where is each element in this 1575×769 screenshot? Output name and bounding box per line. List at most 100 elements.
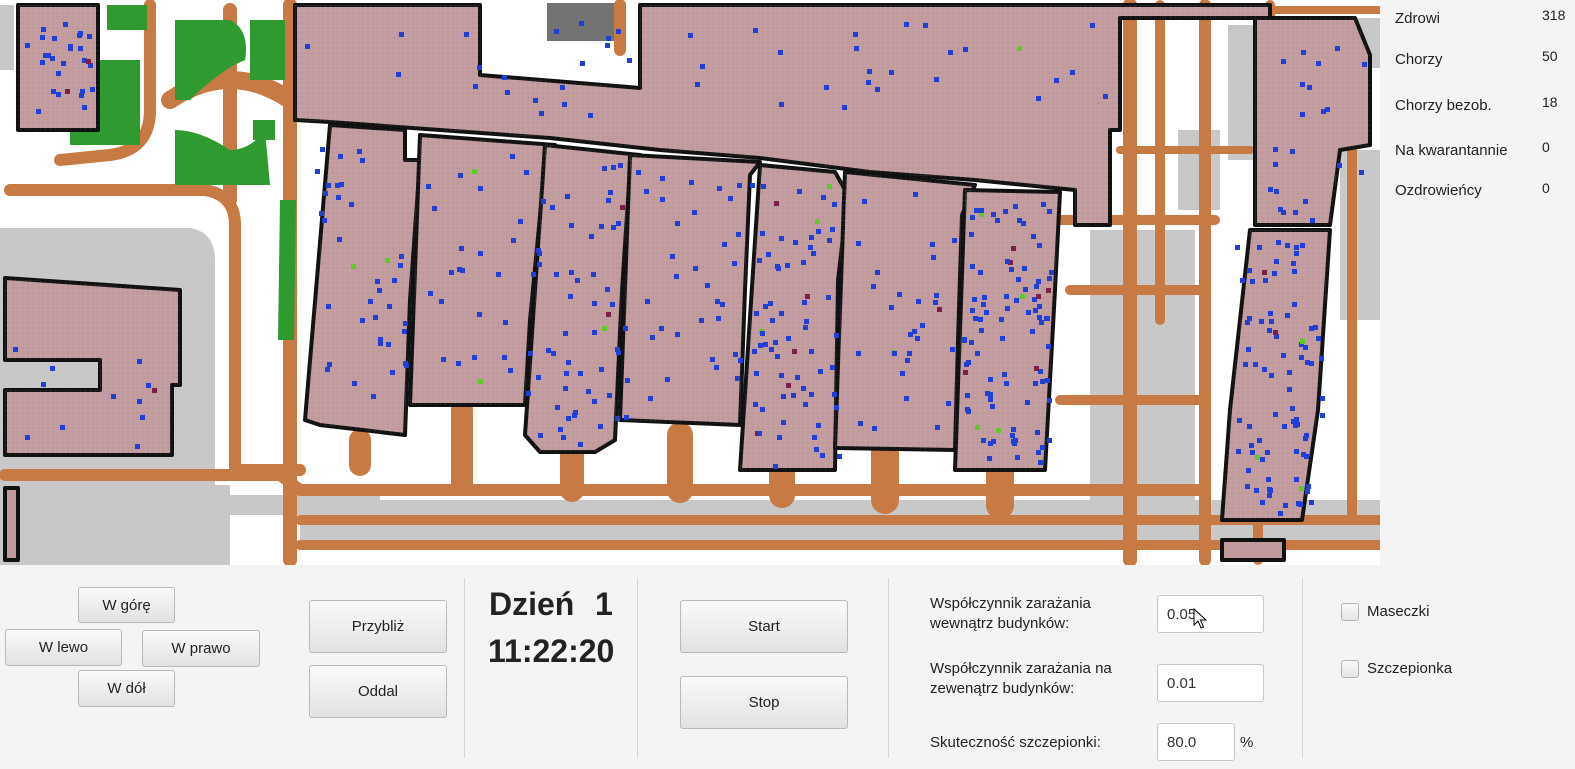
- agent-dot: [1285, 243, 1290, 248]
- agent-dot: [809, 392, 814, 397]
- agent-dot: [510, 154, 515, 159]
- agent-dot: [1292, 302, 1297, 307]
- agent-dot: [867, 69, 872, 74]
- agent-dot: [1036, 450, 1041, 455]
- agent-dot: [477, 312, 482, 317]
- agent-dot: [781, 394, 786, 399]
- agent-dot: [779, 373, 784, 378]
- agent-dot: [791, 393, 796, 398]
- agent-dot: [809, 235, 814, 240]
- agent-dot: [326, 304, 331, 309]
- agent-dot: [599, 367, 604, 372]
- agent-dot: [970, 215, 975, 220]
- move-down-button[interactable]: W dół: [78, 670, 175, 707]
- zoom-out-button[interactable]: Oddal: [309, 665, 447, 718]
- agent-dot: [1265, 450, 1270, 455]
- agent-dot: [137, 399, 142, 404]
- agent-dot: [814, 447, 819, 452]
- agent-dot: [754, 371, 759, 376]
- agent-dot: [1045, 316, 1050, 321]
- agent-dot: [950, 347, 955, 352]
- agent-dot: [705, 283, 710, 288]
- agent-dot: [1294, 477, 1299, 482]
- agent-dot: [974, 208, 979, 213]
- agent-dot: [1320, 396, 1325, 401]
- agent-dot: [152, 388, 157, 393]
- agent-dot: [645, 299, 650, 304]
- agent-dot: [472, 169, 477, 174]
- agent-dot: [478, 186, 483, 191]
- agent-dot: [688, 33, 693, 38]
- agent-dot: [808, 245, 813, 250]
- agent-dot: [1037, 243, 1042, 248]
- masks-checkbox[interactable]: [1341, 603, 1359, 621]
- agent-dot: [336, 195, 341, 200]
- vaccine-efficacy-input[interactable]: 80.0: [1157, 723, 1235, 761]
- agent-dot: [459, 246, 464, 251]
- move-left-button[interactable]: W lewo: [5, 629, 122, 666]
- agent-dot: [805, 294, 810, 299]
- agent-dot: [818, 369, 823, 374]
- start-button[interactable]: Start: [680, 600, 848, 653]
- vaccine-checkbox[interactable]: [1341, 660, 1359, 678]
- agent-dot: [965, 393, 970, 398]
- agent-dot: [40, 35, 45, 40]
- move-up-button[interactable]: W górę: [78, 587, 175, 623]
- agent-dot: [1047, 276, 1052, 281]
- simulation-map[interactable]: [0, 0, 1380, 565]
- agent-dot: [1273, 330, 1278, 335]
- agent-dot: [360, 158, 365, 163]
- agent-dot: [773, 464, 778, 469]
- indoor-infection-input[interactable]: 0.05: [1157, 595, 1264, 633]
- agent-dot: [616, 221, 621, 226]
- agent-dot: [473, 84, 478, 89]
- agent-dot: [934, 77, 939, 82]
- agent-dot: [913, 192, 918, 197]
- agent-dot: [1263, 278, 1268, 283]
- stat-asymptomatic-value: 18: [1542, 94, 1558, 110]
- agent-dot: [627, 58, 632, 63]
- move-right-button[interactable]: W prawo: [142, 630, 260, 667]
- agent-dot: [801, 260, 806, 265]
- agent-dot: [923, 23, 928, 28]
- agent-dot: [1011, 427, 1016, 432]
- agent-dot: [1249, 443, 1254, 448]
- agent-dot: [1300, 82, 1305, 87]
- agent-dot: [689, 180, 694, 185]
- agent-dot: [1036, 294, 1041, 299]
- agent-dot: [464, 32, 469, 37]
- agent-dot: [56, 71, 61, 76]
- agent-dot: [991, 212, 996, 217]
- stat-sick-value: 50: [1542, 48, 1558, 64]
- agent-dot: [1031, 234, 1036, 239]
- agent-dot: [458, 173, 463, 178]
- indoor-infection-label-line1: Współczynnik zarażania: [930, 595, 1091, 612]
- agent-dot: [315, 169, 320, 174]
- outdoor-infection-input[interactable]: 0.01: [1157, 664, 1264, 702]
- agent-dot: [1307, 85, 1312, 90]
- agent-dot: [1017, 46, 1022, 51]
- agent-dot: [735, 376, 740, 381]
- agent-dot: [518, 219, 523, 224]
- agent-dot: [539, 111, 544, 116]
- agent-dot: [1257, 245, 1262, 250]
- agent-dot: [140, 415, 145, 420]
- stop-button[interactable]: Stop: [680, 676, 848, 729]
- zoom-in-button[interactable]: Przybliż: [309, 600, 447, 653]
- agent-dot: [1004, 381, 1009, 386]
- agent-dot: [1287, 387, 1292, 392]
- agent-dot: [449, 270, 454, 275]
- agent-dot: [371, 394, 376, 399]
- agent-dot: [908, 332, 913, 337]
- agent-dot: [1262, 270, 1267, 275]
- agent-dot: [432, 206, 437, 211]
- agent-dot: [1262, 367, 1267, 372]
- stat-quarantine-value: 0: [1542, 139, 1550, 155]
- percent-unit: %: [1240, 734, 1254, 751]
- agent-dot: [1014, 298, 1019, 303]
- agent-dot: [732, 261, 737, 266]
- agent-dot: [946, 401, 951, 406]
- indoor-infection-label-line2: wewnątrz budynków:: [930, 615, 1070, 632]
- agent-dot: [1020, 294, 1025, 299]
- agent-dot: [987, 456, 992, 461]
